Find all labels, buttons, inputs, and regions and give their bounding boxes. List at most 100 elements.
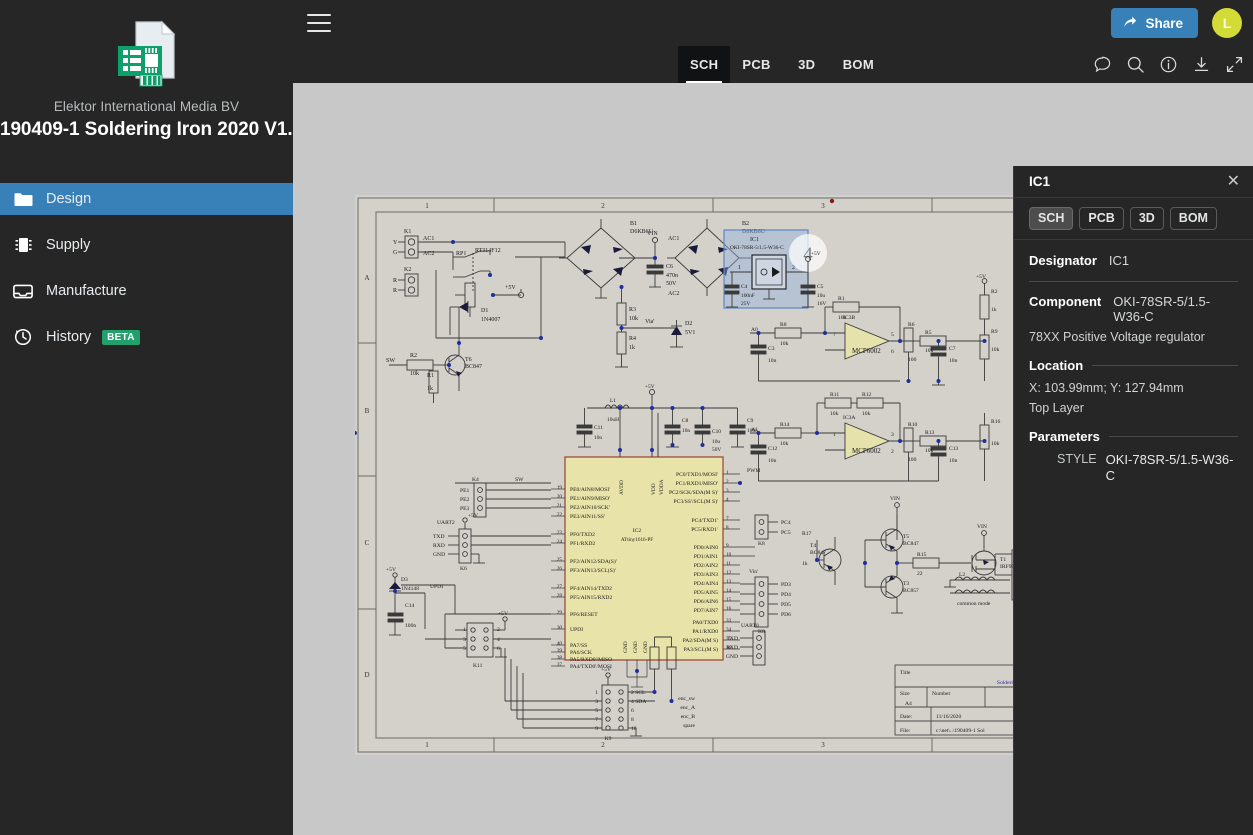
svg-text:10k: 10k <box>991 347 1000 353</box>
svg-text:+5V: +5V <box>811 251 821 257</box>
svg-text:PF2/AIN12/SDA(S)': PF2/AIN12/SDA(S)' <box>570 558 617 565</box>
svg-text:RXD: RXD <box>726 645 738 651</box>
svg-text:PD3: PD3 <box>781 582 791 588</box>
schematic-drawing[interactable]: 123 123 ABCD K1K2 YG RR AC1AC2 RP1 RT314… <box>353 195 1056 755</box>
svg-text:PF4/AIN14/TXD2: PF4/AIN14/TXD2 <box>570 586 612 592</box>
sidebar-item-design[interactable]: Design <box>0 183 293 215</box>
svg-text:10n: 10n <box>682 428 690 434</box>
inspector-tab-bom[interactable]: BOM <box>1169 207 1217 230</box>
download-icon[interactable] <box>1191 55 1211 75</box>
svg-text:1k: 1k <box>802 561 808 567</box>
svg-text:PE3/AIN11/SS': PE3/AIN11/SS' <box>570 514 605 520</box>
svg-text:T3: T3 <box>903 581 909 587</box>
svg-text:T5: T5 <box>903 534 909 540</box>
schematic-canvas[interactable]: 123 123 ABCD K1 K2 Y G R R AC1 AC2 RP1 R… <box>293 83 1253 835</box>
svg-text:28: 28 <box>557 593 563 599</box>
svg-text:VIN: VIN <box>647 231 658 237</box>
tab-pcb[interactable]: PCB <box>730 46 782 83</box>
tab-bom[interactable]: BOM <box>831 46 886 83</box>
svg-text:enc_sw: enc_sw <box>678 696 696 702</box>
svg-text:34: 34 <box>726 627 732 633</box>
tab-3d[interactable]: 3D <box>783 46 831 83</box>
chip-icon <box>10 235 36 255</box>
svg-text:19: 19 <box>557 485 563 491</box>
svg-text:MCP6002: MCP6002 <box>852 447 881 455</box>
svg-text:25: 25 <box>557 557 563 563</box>
svg-text:6: 6 <box>891 349 894 355</box>
svg-text:27: 27 <box>557 584 563 590</box>
share-button-label: Share <box>1145 15 1183 31</box>
share-arrow-icon <box>1123 15 1137 32</box>
share-button[interactable]: Share <box>1111 8 1198 38</box>
hamburger-bar <box>307 14 331 16</box>
svg-text:10: 10 <box>726 552 732 558</box>
tab-sch[interactable]: SCH <box>678 46 731 83</box>
hamburger-menu-icon[interactable] <box>307 14 331 32</box>
hamburger-bar <box>307 22 331 24</box>
svg-text:1: 1 <box>595 690 598 696</box>
component-description: 78XX Positive Voltage regulator <box>1029 330 1205 344</box>
svg-text:3: 3 <box>463 637 466 643</box>
svg-text:C6: C6 <box>666 264 673 270</box>
svg-text:spare: spare <box>683 723 695 729</box>
expand-icon[interactable] <box>1224 55 1244 75</box>
project-logo <box>0 0 293 95</box>
file-value: c:\net\..\190409-1 Sol <box>936 728 985 734</box>
parameters-label: Parameters <box>1029 429 1100 444</box>
sidebar-item-manufacture[interactable]: Manufacture <box>0 275 293 307</box>
tab-label: 3D <box>798 57 816 72</box>
svg-text:3: 3 <box>726 488 729 494</box>
number-label: Number <box>932 691 950 697</box>
svg-text:PD4/AIN4: PD4/AIN4 <box>694 581 718 587</box>
svg-text:enc_B: enc_B <box>681 714 696 720</box>
svg-text:+5V: +5V <box>498 611 508 617</box>
sidebar-item-history[interactable]: History BETA <box>0 321 293 353</box>
svg-text:R13: R13 <box>925 430 935 436</box>
svg-text:1N4148: 1N4148 <box>401 586 419 592</box>
component-inspector-panel: IC1 ✕ SCH PCB 3D BOM Designator IC1 Comp… <box>1013 166 1253 835</box>
svg-text:R9: R9 <box>991 329 998 335</box>
svg-text:T4: T4 <box>810 543 816 549</box>
svg-text:A: A <box>364 274 369 282</box>
hamburger-bar <box>307 30 331 32</box>
svg-text:PC4: PC4 <box>781 520 791 526</box>
svg-text:470n: 470n <box>666 273 678 279</box>
title-label: Title <box>900 670 911 676</box>
svg-text:100n: 100n <box>405 623 416 629</box>
comment-icon[interactable] <box>1092 55 1112 75</box>
ic1-designator: IC1 <box>750 237 759 243</box>
svg-text:GND: GND <box>643 641 649 653</box>
svg-text:2 SCL: 2 SCL <box>631 690 646 696</box>
svg-text:10n: 10n <box>949 458 958 464</box>
svg-text:D2: D2 <box>685 321 692 327</box>
svg-text:SW: SW <box>386 358 395 364</box>
svg-text:PE0/AIN8/MOSI': PE0/AIN8/MOSI' <box>570 487 610 493</box>
search-icon[interactable] <box>1125 55 1145 75</box>
sidebar-item-supply[interactable]: Supply <box>0 229 293 261</box>
svg-text:12: 12 <box>726 570 732 576</box>
svg-text:D1: D1 <box>481 308 488 314</box>
svg-text:VIN: VIN <box>890 496 900 502</box>
component-row: Component OKI-78SR-5/1.5-W36-C <box>1029 294 1238 324</box>
svg-text:IC3A: IC3A <box>843 415 855 421</box>
inspector-tab-sch[interactable]: SCH <box>1029 207 1074 230</box>
inspector-tab-3d[interactable]: 3D <box>1129 207 1164 230</box>
avatar[interactable]: L <box>1212 8 1242 38</box>
svg-text:PC1/RXD1/MISO': PC1/RXD1/MISO' <box>676 481 718 487</box>
pcb-document-icon <box>110 18 184 90</box>
svg-text:2: 2 <box>601 741 605 749</box>
svg-text:R6: R6 <box>908 322 915 328</box>
close-icon[interactable]: ✕ <box>1224 172 1243 192</box>
svg-text:PD0/AIN0: PD0/AIN0 <box>694 545 718 551</box>
schematic-sheet[interactable]: 123 123 ABCD K1 K2 Y G R R AC1 AC2 RP1 R… <box>353 195 1056 760</box>
svg-text:+5V: +5V <box>468 513 478 519</box>
svg-text:1: 1 <box>425 741 429 749</box>
svg-text:14: 14 <box>726 588 732 594</box>
inspector-tab-pcb[interactable]: PCB <box>1079 207 1124 230</box>
svg-text:2: 2 <box>891 449 894 455</box>
svg-text:50V: 50V <box>712 447 721 453</box>
info-icon[interactable] <box>1158 55 1178 75</box>
svg-text:10k: 10k <box>862 411 871 417</box>
svg-text:AC1: AC1 <box>668 236 679 242</box>
svg-text:+5V: +5V <box>386 567 396 573</box>
